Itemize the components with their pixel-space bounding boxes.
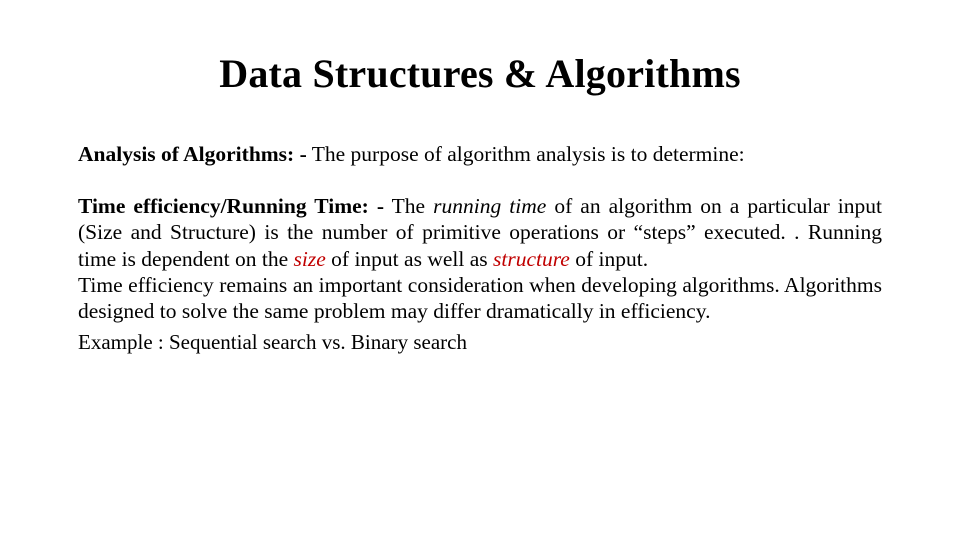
slide: Data Structures & Algorithms Analysis of…	[0, 0, 960, 540]
paragraph-analysis: Analysis of Algorithms: - The purpose of…	[78, 141, 882, 167]
slide-body: Analysis of Algorithms: - The purpose of…	[78, 141, 882, 356]
analysis-rest: The purpose of algorithm analysis is to …	[307, 142, 745, 166]
time-seg-c: of input as well as	[326, 247, 493, 271]
time-seg-d: of input.	[570, 247, 648, 271]
analysis-lead: Analysis of Algorithms: -	[78, 142, 307, 166]
time-line2: Time efficiency remains an important con…	[78, 273, 882, 323]
structure-emphasis: structure	[493, 247, 570, 271]
size-emphasis: size	[294, 247, 326, 271]
time-lead: Time efficiency/Running Time: -	[78, 194, 384, 218]
running-time-emphasis: running time	[433, 194, 546, 218]
paragraph-time-efficiency: Time efficiency/Running Time: - The runn…	[78, 193, 882, 324]
slide-title: Data Structures & Algorithms	[78, 50, 882, 97]
time-seg-a: The	[384, 194, 433, 218]
paragraph-example: Example : Sequential search vs. Binary s…	[78, 330, 882, 356]
